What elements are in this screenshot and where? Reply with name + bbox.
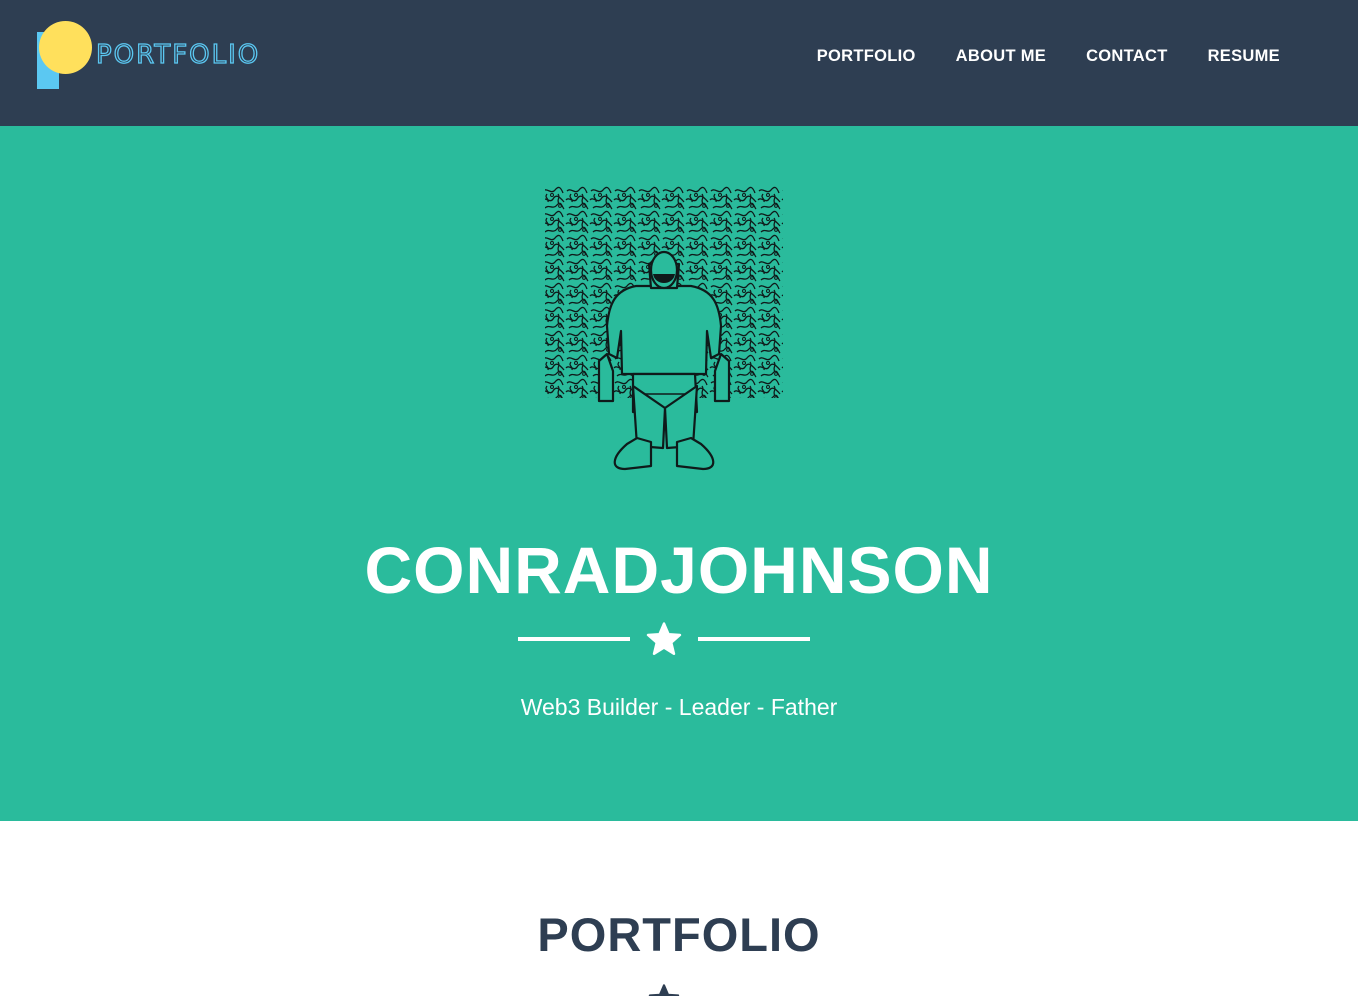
avatar-illustration (545, 186, 783, 471)
nav-link-about-me[interactable]: ABOUT ME (956, 44, 1046, 68)
star-icon (648, 984, 680, 996)
star-divider (518, 622, 810, 656)
nav-link-resume[interactable]: RESUME (1208, 44, 1280, 68)
divider-line-left (518, 637, 630, 641)
brand-logo[interactable]: PORTFOLIO (36, 20, 266, 92)
hero-name: CONRADJOHNSON (364, 533, 994, 607)
divider-line-right (698, 637, 810, 641)
star-icon (646, 622, 682, 655)
nav-link-contact[interactable]: CONTACT (1086, 44, 1168, 68)
nav-link-portfolio[interactable]: PORTFOLIO (817, 44, 916, 68)
logo-circle-shape (39, 21, 92, 74)
top-navbar: PORTFOLIO PORTFOLIO ABOUT ME CONTACT RES… (0, 0, 1358, 126)
nav-links: PORTFOLIO ABOUT ME CONTACT RESUME (817, 44, 1280, 68)
brand-text: PORTFOLIO (95, 39, 261, 70)
masthead: CONRADJOHNSON Web3 Builder - Leader - Fa… (0, 126, 1358, 821)
hero-tagline: Web3 Builder - Leader - Father (520, 694, 838, 720)
section-title: PORTFOLIO (537, 908, 821, 961)
